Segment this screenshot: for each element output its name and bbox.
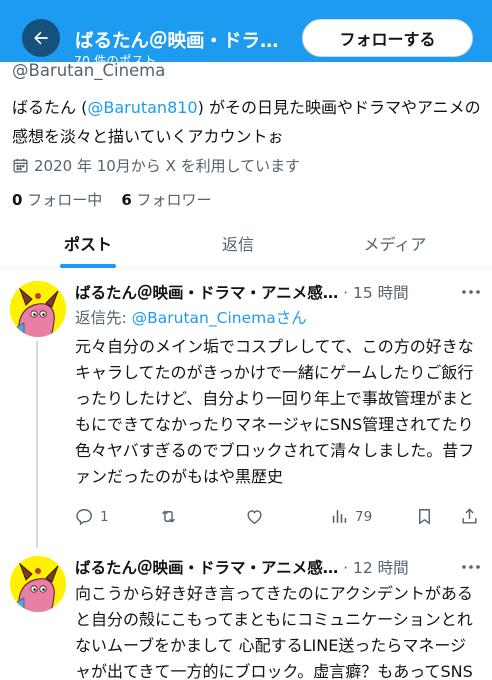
profile-tabs: ポスト 返信 メディア bbox=[0, 218, 492, 268]
post-item[interactable]: ばるたん＠映画・ドラマ・アニメ感… · 12 時間 向こうから好き好き言ってきた… bbox=[0, 545, 492, 680]
post-timestamp[interactable]: · 15 時間 bbox=[343, 284, 409, 302]
repost-button[interactable] bbox=[159, 507, 178, 526]
share-icon bbox=[462, 508, 477, 524]
followers-label: フォロワー bbox=[136, 191, 212, 209]
back-button[interactable] bbox=[22, 19, 60, 57]
thread-connector-line bbox=[36, 341, 38, 548]
post-timestamp[interactable]: · 12 時間 bbox=[343, 559, 409, 577]
post-header: ばるたん＠映画・ドラマ・アニメ感… · 15 時間 bbox=[75, 281, 409, 303]
share-button[interactable] bbox=[460, 507, 479, 526]
reply-button[interactable]: 1 bbox=[75, 507, 109, 526]
views-button[interactable]: 79 bbox=[330, 507, 372, 526]
reply-icon bbox=[76, 509, 92, 526]
more-options-icon[interactable] bbox=[460, 285, 482, 299]
reply-to-prefix: 返信先: bbox=[75, 309, 132, 327]
arrow-left-icon bbox=[34, 31, 48, 45]
profile-header-bar: ばるたん＠映画・ドラ… 70 件のポスト フォローする bbox=[0, 0, 492, 68]
follow-stats: 0 フォロー中 6 フォロワー bbox=[12, 189, 212, 210]
post-author-name[interactable]: ばるたん＠映画・ドラマ・アニメ感… bbox=[75, 559, 338, 577]
tab-replies[interactable]: 返信 bbox=[188, 218, 288, 268]
follow-button[interactable]: フォローする bbox=[302, 19, 473, 57]
following-label: フォロー中 bbox=[27, 191, 103, 209]
view-count: 79 bbox=[355, 508, 373, 525]
tab-media[interactable]: メディア bbox=[335, 218, 455, 268]
heart-icon bbox=[247, 510, 262, 525]
bookmark-button[interactable] bbox=[415, 507, 434, 526]
post-body: 向こうから好き好き言ってきたのにアクシデントがあると自分の殻にこもってまともにコ… bbox=[75, 584, 473, 680]
profile-handle: @Barutan_Cinema bbox=[12, 61, 166, 80]
bio-mention-link[interactable]: @Barutan810 bbox=[87, 98, 197, 117]
bio-text-prefix: ばるたん ( bbox=[12, 98, 88, 117]
reply-count: 1 bbox=[100, 508, 109, 525]
post-body: 元々自分のメイン垢でコスプレしてて、この方の好きなキャラしてたのがきっかけで一緒… bbox=[75, 337, 475, 486]
profile-bio: ばるたん (@Barutan810) がその日見た映画やドラマやアニメの感想を淡… bbox=[12, 93, 482, 151]
avatar[interactable] bbox=[10, 556, 66, 612]
avatar-character-image bbox=[10, 281, 66, 337]
post-actions: 1 79 bbox=[75, 507, 485, 531]
post-item[interactable]: ばるたん＠映画・ドラマ・アニメ感… · 15 時間 返信先: @Barutan_… bbox=[0, 270, 492, 548]
analytics-icon bbox=[332, 510, 347, 523]
bookmark-icon bbox=[419, 509, 430, 525]
joined-date: 2020 年 10月から X を利用しています bbox=[12, 155, 300, 176]
following-link[interactable]: 0 フォロー中 bbox=[12, 191, 102, 209]
post-header: ばるたん＠映画・ドラマ・アニメ感… · 12 時間 bbox=[75, 556, 409, 578]
avatar[interactable] bbox=[10, 281, 66, 337]
calendar-icon bbox=[13, 158, 28, 173]
active-tab-indicator bbox=[60, 264, 116, 268]
reply-to-suffix: さん bbox=[275, 309, 307, 327]
like-button[interactable] bbox=[245, 507, 264, 526]
post-author-name[interactable]: ばるたん＠映画・ドラマ・アニメ感… bbox=[75, 284, 338, 302]
avatar-character-image bbox=[10, 556, 66, 612]
tab-posts[interactable]: ポスト bbox=[38, 218, 138, 268]
following-count: 0 bbox=[12, 191, 23, 209]
repost-icon bbox=[162, 510, 175, 523]
reply-to-mention[interactable]: @Barutan_Cinema bbox=[132, 309, 276, 327]
joined-text: 2020 年 10月から X を利用しています bbox=[34, 157, 301, 175]
followers-count: 6 bbox=[121, 191, 132, 209]
more-options-icon[interactable] bbox=[460, 560, 482, 574]
followers-link[interactable]: 6 フォロワー bbox=[121, 191, 211, 209]
reply-to-line: 返信先: @Barutan_Cinemaさん bbox=[75, 306, 307, 328]
